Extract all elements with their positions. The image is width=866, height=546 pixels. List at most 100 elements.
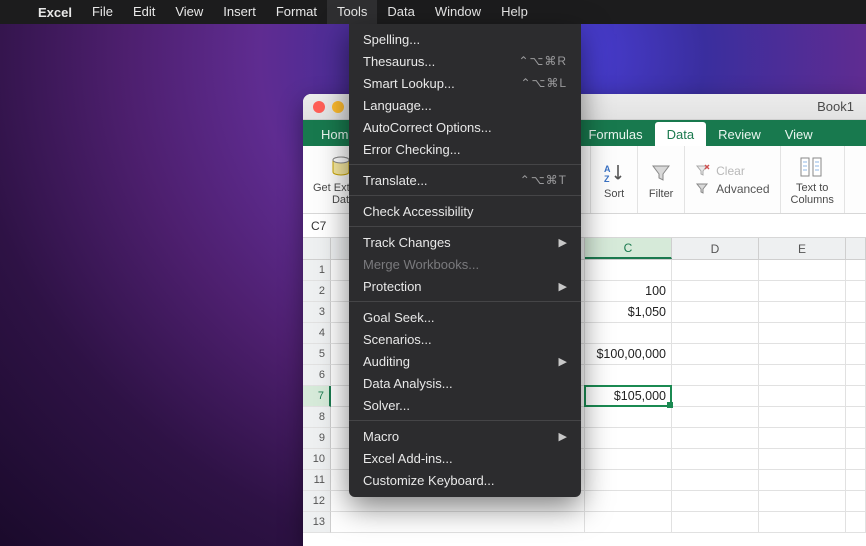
tab-review[interactable]: Review xyxy=(706,122,773,146)
cell-C1[interactable] xyxy=(585,260,672,281)
advanced-filter-button[interactable]: Advanced xyxy=(695,182,769,196)
cell[interactable] xyxy=(846,386,866,407)
cell-C13[interactable] xyxy=(585,512,672,533)
menu-item[interactable]: Language... xyxy=(349,94,581,116)
cell-C3[interactable]: $1,050 xyxy=(585,302,672,323)
cell-D10[interactable] xyxy=(672,449,759,470)
cell-E11[interactable] xyxy=(759,470,846,491)
row-header[interactable]: 3 xyxy=(303,302,331,323)
cell[interactable] xyxy=(846,260,866,281)
tab-view[interactable]: View xyxy=(773,122,825,146)
column-header[interactable] xyxy=(846,238,866,259)
cell-C8[interactable] xyxy=(585,407,672,428)
cell-C7[interactable]: $105,000 xyxy=(585,386,672,407)
menu-item[interactable]: Thesaurus...⌃⌥⌘R xyxy=(349,50,581,72)
menu-item-insert[interactable]: Insert xyxy=(213,0,266,24)
select-all-corner[interactable] xyxy=(303,238,331,259)
cell-E1[interactable] xyxy=(759,260,846,281)
menu-item-view[interactable]: View xyxy=(165,0,213,24)
cell-D1[interactable] xyxy=(672,260,759,281)
column-header-D[interactable]: D xyxy=(672,238,759,259)
tab-formulas[interactable]: Formulas xyxy=(576,122,654,146)
cell-D11[interactable] xyxy=(672,470,759,491)
menu-item-help[interactable]: Help xyxy=(491,0,538,24)
menu-item[interactable]: Solver... xyxy=(349,394,581,416)
row-header[interactable]: 9 xyxy=(303,428,331,449)
menu-item-format[interactable]: Format xyxy=(266,0,327,24)
menu-item[interactable]: Auditing▶ xyxy=(349,350,581,372)
close-icon[interactable] xyxy=(313,101,325,113)
cell-D4[interactable] xyxy=(672,323,759,344)
cell-D3[interactable] xyxy=(672,302,759,323)
menu-item[interactable]: Smart Lookup...⌃⌥⌘L xyxy=(349,72,581,94)
cell[interactable] xyxy=(846,407,866,428)
menu-item[interactable]: Excel Add-ins... xyxy=(349,447,581,469)
column-header-C[interactable]: C xyxy=(585,238,672,259)
menu-item[interactable]: Spelling... xyxy=(349,28,581,50)
cell-E9[interactable] xyxy=(759,428,846,449)
menu-item[interactable]: Macro▶ xyxy=(349,425,581,447)
minimize-icon[interactable] xyxy=(332,101,344,113)
clear-filter-button[interactable]: Clear xyxy=(695,164,769,178)
cell[interactable] xyxy=(846,344,866,365)
cell[interactable] xyxy=(846,491,866,512)
cell-E4[interactable] xyxy=(759,323,846,344)
cell-C6[interactable] xyxy=(585,365,672,386)
cell-C11[interactable] xyxy=(585,470,672,491)
cell-E6[interactable] xyxy=(759,365,846,386)
row-header[interactable]: 4 xyxy=(303,323,331,344)
cell-E12[interactable] xyxy=(759,491,846,512)
cell-D7[interactable] xyxy=(672,386,759,407)
sort-button[interactable]: AZ Sort xyxy=(591,146,638,213)
cell[interactable] xyxy=(846,365,866,386)
menu-item[interactable]: Check Accessibility xyxy=(349,200,581,222)
cell-E13[interactable] xyxy=(759,512,846,533)
cell-C12[interactable] xyxy=(585,491,672,512)
cell[interactable] xyxy=(846,302,866,323)
menu-item-tools[interactable]: Tools xyxy=(327,0,377,24)
row-header[interactable]: 11 xyxy=(303,470,331,491)
cell[interactable] xyxy=(846,512,866,533)
filter-button[interactable]: Filter xyxy=(638,146,685,213)
cell[interactable] xyxy=(846,428,866,449)
menu-item[interactable]: Error Checking... xyxy=(349,138,581,160)
menu-item-file[interactable]: File xyxy=(82,0,123,24)
row-header[interactable]: 8 xyxy=(303,407,331,428)
menu-item[interactable]: Data Analysis... xyxy=(349,372,581,394)
menu-item-edit[interactable]: Edit xyxy=(123,0,165,24)
row-header[interactable]: 10 xyxy=(303,449,331,470)
row-header[interactable]: 5 xyxy=(303,344,331,365)
cell-E7[interactable] xyxy=(759,386,846,407)
menu-item-window[interactable]: Window xyxy=(425,0,491,24)
tab-data[interactable]: Data xyxy=(655,122,706,146)
cell-D6[interactable] xyxy=(672,365,759,386)
cell-D13[interactable] xyxy=(672,512,759,533)
row-header[interactable]: 6 xyxy=(303,365,331,386)
cell-E3[interactable] xyxy=(759,302,846,323)
cell[interactable] xyxy=(846,323,866,344)
cell[interactable] xyxy=(846,281,866,302)
row-header[interactable]: 7 xyxy=(303,386,331,407)
cell-D9[interactable] xyxy=(672,428,759,449)
text-to-columns-button[interactable]: Text toColumns xyxy=(781,146,845,213)
cell-C10[interactable] xyxy=(585,449,672,470)
cell-E5[interactable] xyxy=(759,344,846,365)
cell-D2[interactable] xyxy=(672,281,759,302)
column-header-E[interactable]: E xyxy=(759,238,846,259)
cell-D12[interactable] xyxy=(672,491,759,512)
cell-E8[interactable] xyxy=(759,407,846,428)
cell-C2[interactable]: 100 xyxy=(585,281,672,302)
row-header[interactable]: 1 xyxy=(303,260,331,281)
menu-item-data[interactable]: Data xyxy=(377,0,424,24)
menu-item[interactable]: Goal Seek... xyxy=(349,306,581,328)
cell[interactable] xyxy=(331,512,585,533)
row-header[interactable]: 2 xyxy=(303,281,331,302)
row-header[interactable]: 12 xyxy=(303,491,331,512)
cell-D8[interactable] xyxy=(672,407,759,428)
cell-E2[interactable] xyxy=(759,281,846,302)
cell[interactable] xyxy=(846,470,866,491)
menu-item[interactable]: Translate...⌃⌥⌘T xyxy=(349,169,581,191)
row-header[interactable]: 13 xyxy=(303,512,331,533)
cell-C4[interactable] xyxy=(585,323,672,344)
menu-item[interactable]: Track Changes▶ xyxy=(349,231,581,253)
